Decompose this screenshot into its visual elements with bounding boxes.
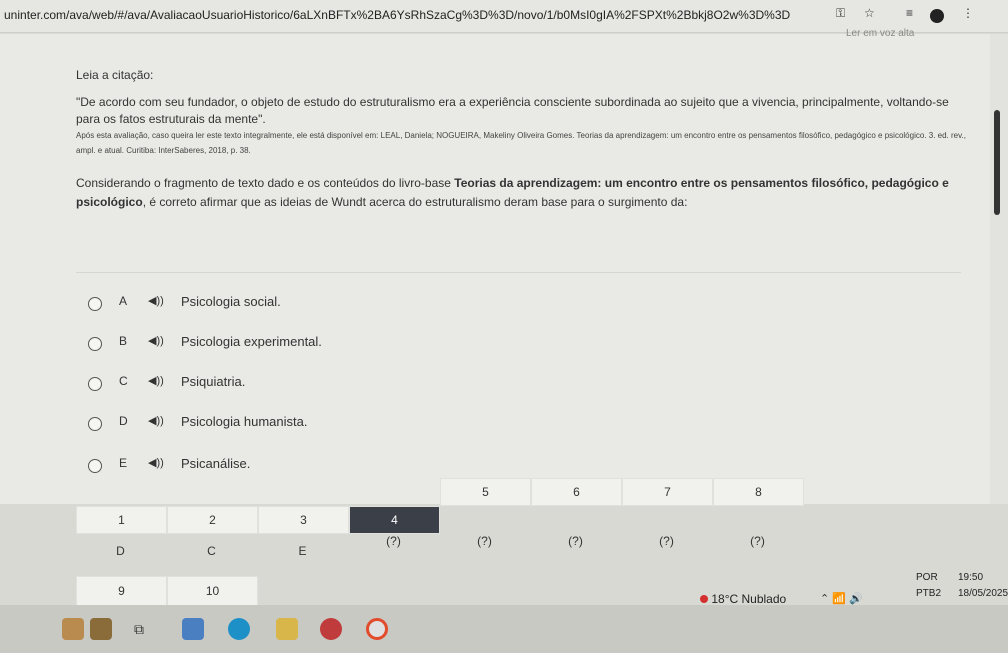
clock-time: 19:50 <box>958 572 984 583</box>
option-e[interactable]: E ◀)) Psicanálise. <box>76 452 776 480</box>
volume-icon[interactable]: 🔊 <box>849 593 863 605</box>
question-number-button[interactable]: 5 <box>440 478 531 506</box>
chevron-up-icon[interactable]: ⌃ <box>820 593 829 605</box>
weather-temperature: 18°C <box>711 592 739 606</box>
question-number-button[interactable]: 6 <box>531 478 622 506</box>
speaker-icon[interactable]: ◀)) <box>148 456 164 469</box>
profile-avatar-icon[interactable] <box>930 9 944 23</box>
question-prompt-start: Considerando o fragmento de texto dado e… <box>76 176 455 190</box>
speaker-icon[interactable]: ◀)) <box>148 294 164 307</box>
scrollbar-thumb[interactable] <box>994 110 1000 215</box>
option-b[interactable]: B ◀)) Psicologia experimental. <box>76 330 776 358</box>
option-c[interactable]: C ◀)) Psiquiatria. <box>76 370 776 398</box>
radio-button[interactable] <box>88 297 102 311</box>
question-answer-label: E <box>298 544 307 558</box>
question-number-button[interactable]: 2 <box>167 506 258 534</box>
option-text[interactable]: Psicologia social. <box>181 294 281 309</box>
option-letter: B <box>119 334 128 348</box>
question-number-button[interactable]: 1 <box>76 506 167 534</box>
input-language[interactable]: POR PTB2 <box>916 570 941 602</box>
option-text[interactable]: Psicanálise. <box>181 456 250 471</box>
option-letter: A <box>119 294 128 308</box>
task-view-icon[interactable]: ⧉ <box>128 618 150 640</box>
question-answer-label: C <box>207 544 216 558</box>
question-prompt-end: , é correto afirmar que as ideias de Wun… <box>142 195 688 209</box>
question-answer-label: (?) <box>750 534 765 548</box>
star-icon[interactable]: ☆ <box>864 6 875 20</box>
question-answer-label: (?) <box>659 534 674 548</box>
question-number-button[interactable]: 3 <box>258 506 349 534</box>
network-icon[interactable]: 📶 <box>832 593 846 605</box>
citation-text: Após esta avaliação, caso queira ler est… <box>76 131 966 155</box>
speaker-icon[interactable]: ◀)) <box>148 374 164 387</box>
file-explorer-icon[interactable] <box>276 618 298 640</box>
keyboard-layout: PTB2 <box>916 588 942 599</box>
clock-date: 18/05/2025 <box>958 588 1008 599</box>
divider <box>76 272 961 273</box>
scrollbar-track[interactable] <box>990 34 1008 504</box>
question-number-button[interactable]: 10 <box>167 576 258 606</box>
edge-browser-icon[interactable] <box>228 618 250 640</box>
question-number-button[interactable]: 7 <box>622 478 713 506</box>
option-text[interactable]: Psicologia humanista. <box>181 414 307 429</box>
key-icon[interactable]: ⚿ <box>836 6 845 21</box>
weather-condition: Nublado <box>741 592 787 606</box>
radio-button[interactable] <box>88 377 102 391</box>
language-code: POR <box>916 572 938 583</box>
question-number-button[interactable]: 4 <box>349 506 440 534</box>
system-clock[interactable]: 19:50 18/05/2025 <box>958 570 1008 602</box>
question-answer-label: (?) <box>477 534 492 548</box>
url-text[interactable]: uninter.com/ava/web/#/ava/AvaliacaoUsuar… <box>4 8 824 22</box>
chrome-browser-icon[interactable] <box>366 618 388 640</box>
option-a[interactable]: A ◀)) Psicologia social. <box>76 290 776 318</box>
more-menu-icon[interactable]: ⋮ <box>962 6 974 20</box>
taskbar-app-icon[interactable] <box>182 618 204 640</box>
question-prompt: Considerando o fragmento de texto dado e… <box>76 174 966 212</box>
question-navigator: 1 2 3 4 5 6 7 8 D C E (?) (?) (?) (?) (?) 9 10 <box>76 478 804 608</box>
windows-taskbar <box>0 605 1008 653</box>
taskbar-app-icon[interactable] <box>62 618 84 640</box>
read-aloud-link[interactable]: Ler em voz alta <box>846 28 914 39</box>
taskbar-app-icon[interactable] <box>320 618 342 640</box>
radio-button[interactable] <box>88 459 102 473</box>
option-text[interactable]: Psicologia experimental. <box>181 334 322 349</box>
option-letter: D <box>119 414 128 428</box>
notification-dot-icon <box>700 595 708 603</box>
radio-button[interactable] <box>88 337 102 351</box>
question-number-button[interactable]: 9 <box>76 576 167 606</box>
quote-intro-label: Leia a citação: <box>76 68 154 82</box>
option-d[interactable]: D ◀)) Psicologia humanista. <box>76 410 776 438</box>
speaker-icon[interactable]: ◀)) <box>148 334 164 347</box>
option-text[interactable]: Psiquiatria. <box>181 374 245 389</box>
taskbar-app-icon[interactable] <box>90 618 112 640</box>
option-letter: C <box>119 374 128 388</box>
system-tray[interactable]: ⌃ 📶 🔊 <box>820 592 863 605</box>
weather-widget[interactable]: 18°C Nublado <box>700 592 786 606</box>
speaker-icon[interactable]: ◀)) <box>148 414 164 427</box>
option-letter: E <box>119 456 128 470</box>
radio-button[interactable] <box>88 417 102 431</box>
playlist-icon[interactable]: ≡ <box>906 6 913 20</box>
quote-text: "De acordo com seu fundador, o objeto de… <box>76 95 949 126</box>
question-answer-label: D <box>116 544 125 558</box>
question-answer-label: (?) <box>386 534 401 548</box>
question-answer-label: (?) <box>568 534 583 548</box>
question-number-button[interactable]: 8 <box>713 478 804 506</box>
